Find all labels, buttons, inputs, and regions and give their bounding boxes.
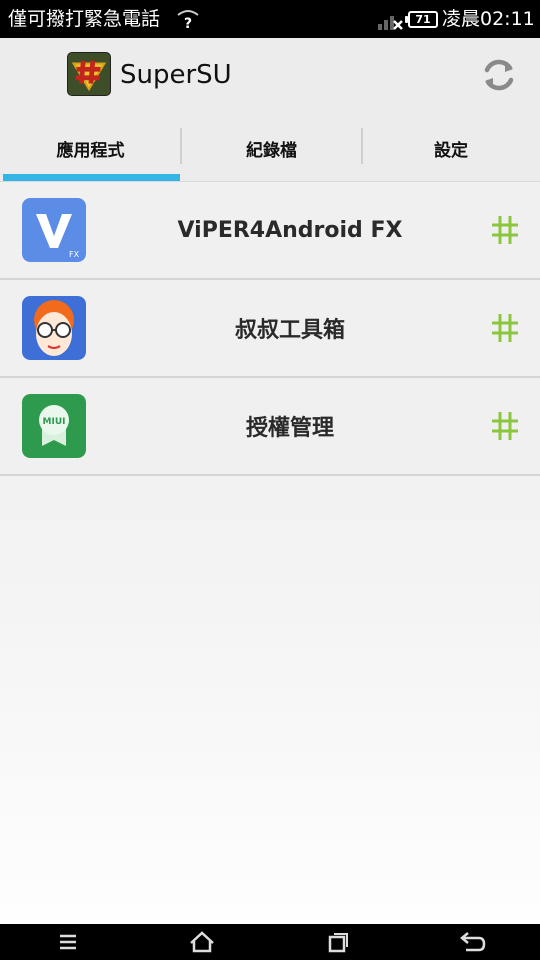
screen: 僅可撥打緊急電話 ? 71 凌晨02:11 SuperSU 應用程式 紀錄檔 設…	[0, 0, 540, 960]
menu-icon[interactable]	[48, 930, 88, 954]
miui-icon-badge: MIUI	[43, 417, 66, 427]
refresh-icon[interactable]	[478, 54, 520, 96]
viper-icon-badge: FX	[69, 250, 80, 259]
root-granted-icon	[492, 216, 518, 244]
viper4android-fx-icon: FX	[22, 198, 86, 262]
tab-apps[interactable]: 應用程式	[0, 114, 181, 182]
back-icon[interactable]	[452, 930, 492, 954]
battery-icon: 71	[405, 11, 438, 28]
app-title: SuperSU	[120, 60, 232, 90]
recent-apps-icon[interactable]	[318, 930, 358, 954]
action-bar: SuperSU	[0, 38, 540, 114]
clock: 凌晨02:11	[442, 8, 535, 30]
uncle-toolbox-icon	[22, 296, 86, 360]
root-granted-icon	[492, 412, 518, 440]
tab-logs[interactable]: 紀錄檔	[181, 114, 362, 182]
supersu-logo-icon	[67, 52, 111, 96]
app-name: ViPER4Android FX	[177, 217, 403, 243]
app-name: 叔叔工具箱	[234, 318, 345, 343]
status-bar: 僅可撥打緊急電話 ? 71 凌晨02:11	[0, 0, 540, 38]
root-granted-icon	[492, 314, 518, 342]
list-item[interactable]: MIUI 授權管理	[0, 378, 540, 476]
tab-bar: 應用程式 紀錄檔 設定	[0, 114, 540, 182]
app-list: FX ViPER4Android FX 叔叔工具箱 MIUI 授權管理	[0, 182, 540, 476]
wifi-unknown-icon: ?	[177, 10, 199, 30]
signal-none-icon	[378, 16, 403, 30]
tab-settings[interactable]: 設定	[362, 114, 540, 182]
svg-text:?: ?	[184, 16, 192, 30]
home-icon[interactable]	[182, 930, 222, 954]
app-name: 授權管理	[245, 416, 334, 441]
list-item[interactable]: FX ViPER4Android FX	[0, 182, 540, 280]
list-item[interactable]: 叔叔工具箱	[0, 280, 540, 378]
miui-permission-manager-icon: MIUI	[22, 394, 86, 458]
selected-tab-indicator	[3, 174, 180, 181]
navigation-bar	[0, 924, 540, 960]
carrier-status-text: 僅可撥打緊急電話	[8, 8, 161, 30]
